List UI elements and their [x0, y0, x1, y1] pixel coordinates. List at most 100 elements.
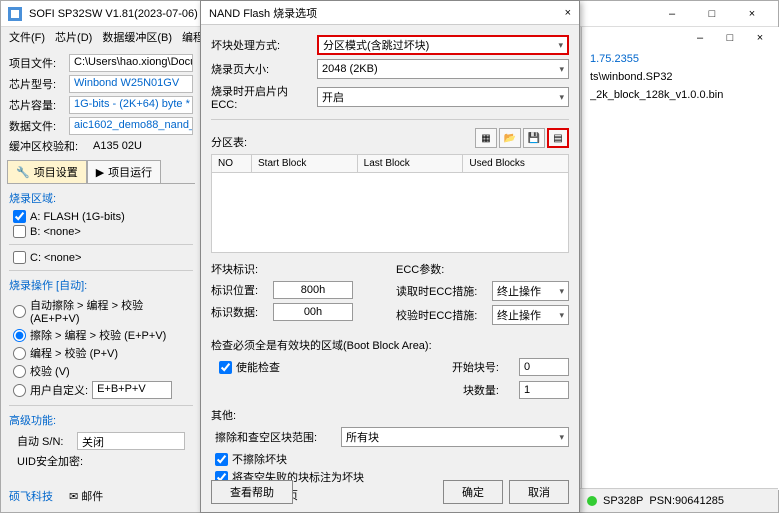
- chip-model-link[interactable]: Winbond W25N01GV: [69, 75, 193, 93]
- dialog-buttons: 查看帮助 确定 取消: [211, 480, 569, 504]
- status-psn: PSN:90641285: [649, 495, 724, 507]
- id-data-label: 标识数据:: [211, 304, 267, 320]
- vendor-link[interactable]: 硕飞科技: [9, 488, 53, 504]
- verify-ecc-select[interactable]: 终止操作▾: [492, 305, 569, 325]
- project-file-label: 项目文件:: [9, 55, 65, 71]
- partition-toolbar: ▦ 📂 💾 ▤: [475, 128, 569, 148]
- id-data-field[interactable]: [273, 303, 353, 321]
- adv-group: 高级功能: 自动 S/N: 关闭 UID安全加密:: [9, 412, 193, 469]
- area-b-checkbox[interactable]: [13, 225, 26, 238]
- ecc-select[interactable]: 开启▾: [317, 87, 569, 107]
- ok-button[interactable]: 确定: [443, 480, 503, 504]
- statusbar: SP328P PSN:90641285: [579, 488, 778, 512]
- tab-settings[interactable]: 🔧 项目设置: [7, 160, 87, 183]
- area-c-row[interactable]: C: <none>: [9, 251, 193, 264]
- data-file-link[interactable]: aic1602_demo88_nand_page_2: [69, 117, 193, 135]
- block-count-label: 块数量:: [463, 382, 499, 398]
- col-start: Start Block: [252, 155, 358, 172]
- op-epv[interactable]: 擦除 > 编程 > 校验 (E+P+V): [9, 327, 193, 343]
- op-custom-field[interactable]: E+B+P+V: [92, 381, 172, 399]
- right-panel: – □ × 1.75.2355 ts\winbond.SP32 _2k_bloc…: [581, 27, 779, 490]
- tab-run[interactable]: ▶ 项目运行: [87, 160, 161, 183]
- right-close-button[interactable]: ×: [745, 29, 775, 47]
- close-button[interactable]: ×: [732, 1, 772, 27]
- area-a-row[interactable]: A: FLASH (1G-bits): [9, 210, 193, 223]
- area-a-checkbox[interactable]: [13, 210, 26, 223]
- chip-cap-label: 芯片容量:: [9, 97, 65, 113]
- bin-text: _2k_block_128k_v1.0.0.bin: [590, 89, 771, 101]
- id-pos-label: 标识位置:: [211, 282, 267, 298]
- op-auto-erase[interactable]: 自动擦除 > 编程 > 校验 (AE+P+V): [9, 297, 193, 325]
- tool-open-button[interactable]: 📂: [499, 128, 521, 148]
- chip-cap-link[interactable]: 1G-bits - (2K+64) byte * 64 page: [69, 96, 193, 114]
- chevron-down-icon: ▾: [559, 432, 564, 443]
- chevron-down-icon: ▾: [559, 286, 564, 297]
- chevron-down-icon: ▾: [559, 64, 564, 75]
- mail-icon: ✉: [69, 491, 78, 503]
- status-device: SP328P: [603, 495, 643, 507]
- erase-scope-select[interactable]: 所有块▾: [341, 427, 569, 447]
- tool-grid-button[interactable]: ▦: [475, 128, 497, 148]
- version-link[interactable]: 1.75.2355: [590, 53, 639, 65]
- keep-bad-row[interactable]: 不擦除坏块: [211, 451, 569, 467]
- play-icon: ▶: [96, 166, 104, 179]
- cancel-button[interactable]: 取消: [509, 480, 569, 504]
- ecc-params-title: ECC参数:: [396, 261, 569, 277]
- block-count-field[interactable]: [519, 381, 569, 399]
- partition-table-body[interactable]: [211, 173, 569, 253]
- col-used: Used Blocks: [463, 155, 568, 172]
- boot-title: 检查必须全是有效块的区域(Boot Block Area):: [211, 337, 569, 353]
- dialog-titlebar: NAND Flash 烧录选项 ×: [201, 1, 579, 25]
- op-custom[interactable]: 用户自定义: E+B+P+V: [9, 381, 193, 399]
- verify-ecc-label: 校验时ECC措施:: [396, 307, 486, 323]
- dialog-title: NAND Flash 烧录选项: [209, 5, 317, 21]
- burn-area-group: 烧录区域: A: FLASH (1G-bits) B: <none> C: <n…: [9, 190, 193, 264]
- id-pos-field[interactable]: [273, 281, 353, 299]
- partition-label: 分区表:: [211, 134, 311, 150]
- autosn-label: 自动 S/N:: [17, 433, 73, 449]
- menu-buffer[interactable]: 数据缓冲区(B): [102, 29, 172, 45]
- op-v[interactable]: 校验 (V): [9, 363, 193, 379]
- autosn-field[interactable]: 关闭: [77, 432, 185, 450]
- dialog-close-button[interactable]: ×: [565, 7, 571, 19]
- page-size-label: 烧录页大小:: [211, 61, 311, 77]
- other-title: 其他:: [211, 407, 569, 423]
- right-min-button[interactable]: –: [685, 29, 715, 47]
- menu-file[interactable]: 文件(F): [9, 29, 45, 45]
- area-c-checkbox[interactable]: [13, 251, 26, 264]
- maximize-button[interactable]: □: [692, 1, 732, 27]
- page-size-select[interactable]: 2048 (2KB)▾: [317, 59, 569, 79]
- enable-check-checkbox[interactable]: [219, 361, 232, 374]
- menu-chip[interactable]: 芯片(D): [55, 29, 92, 45]
- chip-model-label: 芯片型号:: [9, 76, 65, 92]
- help-button[interactable]: 查看帮助: [211, 480, 293, 504]
- uid-label: UID安全加密:: [17, 453, 83, 469]
- col-no: NO: [212, 155, 252, 172]
- chevron-down-icon: ▾: [558, 40, 563, 51]
- op-pv[interactable]: 编程 > 校验 (P+V): [9, 345, 193, 361]
- area-b-row[interactable]: B: <none>: [9, 225, 193, 238]
- checksum-label: 缓冲区校验和:: [9, 138, 89, 154]
- mail-link[interactable]: ✉ 邮件: [69, 488, 103, 504]
- chevron-down-icon: ▾: [559, 92, 564, 103]
- status-dot-icon: [587, 496, 597, 506]
- ops-title: 烧录操作 [自动]:: [9, 277, 193, 293]
- bad-id-title: 坏块标识:: [211, 261, 384, 277]
- read-ecc-select[interactable]: 终止操作▾: [492, 281, 569, 301]
- wrench-icon: 🔧: [16, 166, 30, 179]
- tool-add-button[interactable]: ▤: [547, 128, 569, 148]
- keep-bad-checkbox[interactable]: [215, 453, 228, 466]
- erase-scope-label: 擦除和查空区块范围:: [215, 429, 335, 445]
- project-file-field[interactable]: C:\Users\hao.xiong\Documents\w: [69, 54, 193, 72]
- badblock-mode-label: 坏块处理方式:: [211, 37, 311, 53]
- read-ecc-label: 读取时ECC措施:: [396, 283, 486, 299]
- minimize-button[interactable]: –: [652, 1, 692, 27]
- ops-group: 烧录操作 [自动]: 自动擦除 > 编程 > 校验 (AE+P+V) 擦除 > …: [9, 277, 193, 399]
- chevron-down-icon: ▾: [559, 310, 564, 321]
- tool-save-button[interactable]: 💾: [523, 128, 545, 148]
- badblock-mode-select[interactable]: 分区模式(含跳过坏块)▾: [317, 35, 569, 55]
- right-max-button[interactable]: □: [715, 29, 745, 47]
- nand-options-dialog: NAND Flash 烧录选项 × 坏块处理方式: 分区模式(含跳过坏块)▾ 烧…: [200, 0, 580, 513]
- enable-check-row[interactable]: 使能检查: [215, 359, 280, 375]
- start-block-field[interactable]: [519, 358, 569, 376]
